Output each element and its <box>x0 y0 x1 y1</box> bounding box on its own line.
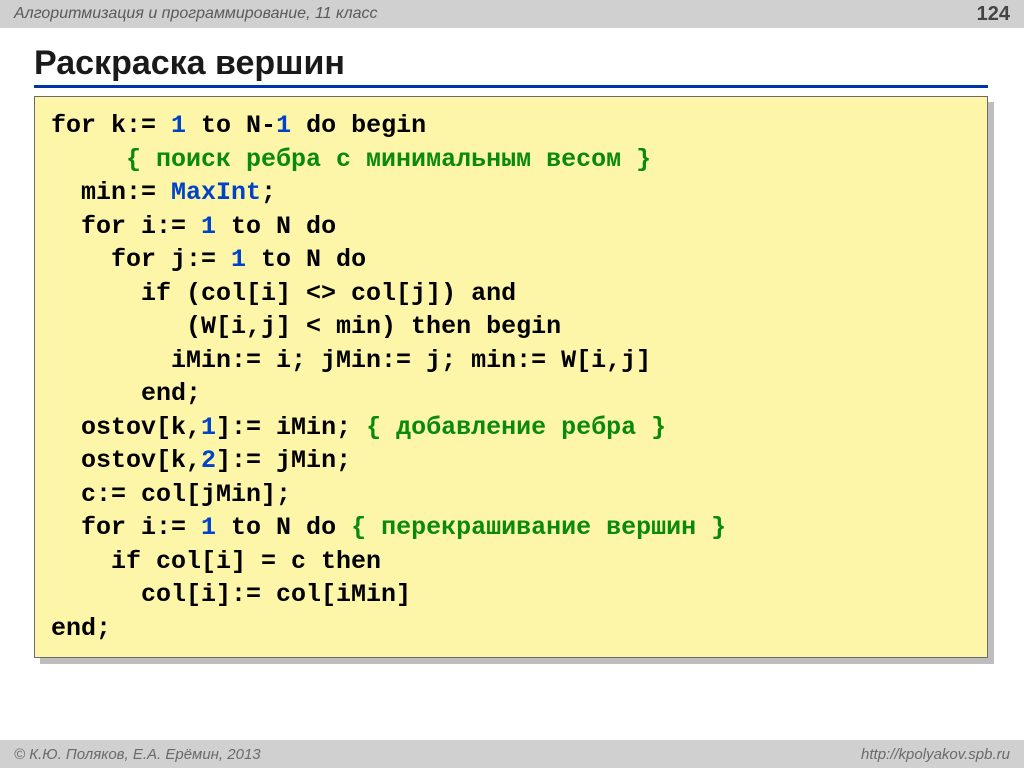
code-l13: for i:= 1 to N do { перекрашивание верши… <box>51 513 726 542</box>
code-block-wrap: for k:= 1 to N-1 do begin { поиск ребра … <box>34 96 988 658</box>
code-l7: (W[i,j] < min) then begin <box>51 312 561 341</box>
code-l5: for j:= 1 to N do <box>51 245 366 274</box>
code-l9: end; <box>51 379 201 408</box>
code-block: for k:= 1 to N-1 do begin { поиск ребра … <box>34 96 988 658</box>
code-l15: col[i]:= col[iMin] <box>51 580 411 609</box>
code-l11: ostov[k,2]:= jMin; <box>51 446 351 475</box>
header-subject: Алгоритмизация и программирование, 11 кл… <box>14 5 378 23</box>
code-l14: if col[i] = c then <box>51 547 381 576</box>
code-l4: for i:= 1 to N do <box>51 212 336 241</box>
code-l8: iMin:= i; jMin:= j; min:= W[i,j] <box>51 346 651 375</box>
code-l16: end; <box>51 614 111 643</box>
footer-url: http://kpolyakov.spb.ru <box>861 746 1010 763</box>
code-l6: if (col[i] <> col[j]) and <box>51 279 516 308</box>
page-number: 124 <box>977 3 1010 26</box>
code-l1: for k:= 1 to N-1 do begin <box>51 111 426 140</box>
header-bar: Алгоритмизация и программирование, 11 кл… <box>0 0 1024 28</box>
code-l10: ostov[k,1]:= iMin; { добавление ребра } <box>51 413 666 442</box>
code-l3: min:= MaxInt; <box>51 178 276 207</box>
footer-copyright: © К.Ю. Поляков, Е.А. Ерёмин, 2013 <box>14 746 261 763</box>
footer-bar: © К.Ю. Поляков, Е.А. Ерёмин, 2013 http:/… <box>0 740 1024 768</box>
code-l2: { поиск ребра с минимальным весом } <box>51 145 651 174</box>
slide-title: Раскраска вершин <box>34 44 988 88</box>
code-l12: c:= col[jMin]; <box>51 480 291 509</box>
